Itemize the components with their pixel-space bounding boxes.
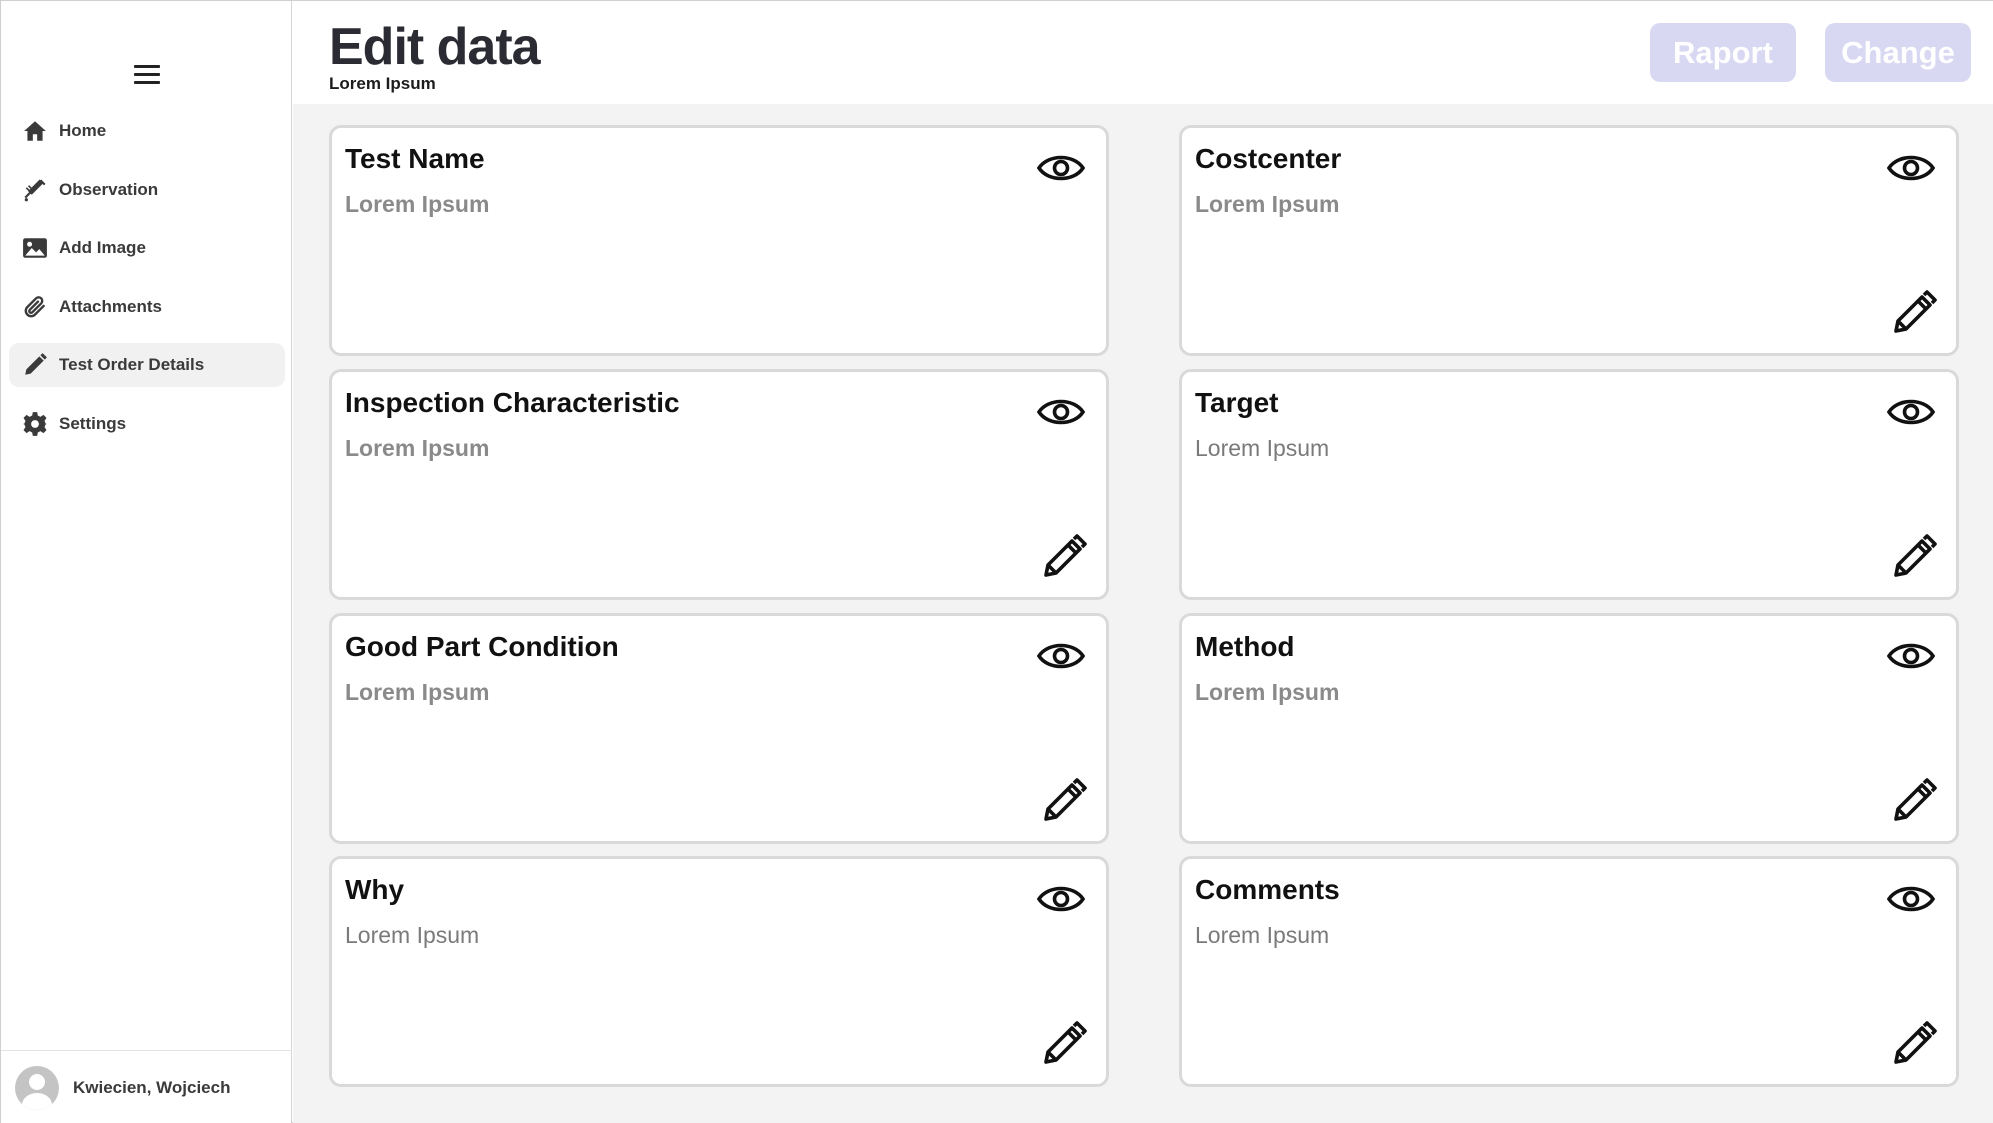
pencil-icon bbox=[21, 351, 49, 379]
sidebar-item-label: Attachments bbox=[59, 296, 162, 316]
card-title: Inspection Characteristic bbox=[345, 387, 680, 418]
gear-icon bbox=[21, 410, 49, 438]
card-title: Test Name bbox=[345, 143, 485, 174]
sidebar-nav: Home Observation Add Image Attachments T… bbox=[9, 109, 285, 460]
user-profile[interactable]: Kwiecien, Wojciech bbox=[1, 1050, 291, 1123]
sidebar-item-label: Add Image bbox=[59, 238, 146, 257]
pencil-icon[interactable] bbox=[1040, 533, 1088, 581]
sidebar: Home Observation Add Image Attachments T… bbox=[1, 1, 292, 1123]
raport-button[interactable]: Raport bbox=[1650, 23, 1796, 82]
image-icon bbox=[21, 234, 49, 262]
card-costcenter: Costcenter Lorem Ipsum bbox=[1179, 125, 1959, 356]
eye-icon[interactable] bbox=[1886, 634, 1936, 678]
avatar bbox=[15, 1065, 59, 1110]
eye-icon[interactable] bbox=[1036, 634, 1086, 678]
card-value: Lorem Ipsum bbox=[1195, 191, 1340, 217]
eye-icon[interactable] bbox=[1886, 146, 1936, 190]
card-value: Lorem Ipsum bbox=[1195, 435, 1330, 461]
card-title: Costcenter bbox=[1195, 143, 1342, 174]
card-title: Method bbox=[1195, 631, 1295, 662]
home-icon bbox=[21, 117, 49, 145]
sidebar-item-observation[interactable]: Observation bbox=[9, 168, 285, 212]
card-title: Target bbox=[1195, 387, 1279, 418]
pencil-icon[interactable] bbox=[1890, 777, 1938, 825]
sidebar-item-attachments[interactable]: Attachments bbox=[9, 285, 285, 329]
eye-icon[interactable] bbox=[1036, 390, 1086, 434]
eye-icon[interactable] bbox=[1036, 877, 1086, 921]
card-title: Comments bbox=[1195, 874, 1340, 905]
eye-icon[interactable] bbox=[1886, 877, 1936, 921]
pencil-icon[interactable] bbox=[1890, 533, 1938, 581]
pencil-icon[interactable] bbox=[1890, 289, 1938, 337]
card-comments: Comments Lorem Ipsum bbox=[1179, 856, 1959, 1087]
card-method: Method Lorem Ipsum bbox=[1179, 613, 1959, 844]
change-button[interactable]: Change bbox=[1825, 23, 1971, 82]
main-content: Test Name Lorem Ipsum Costcenter Lorem I… bbox=[293, 104, 1993, 1123]
card-test-name: Test Name Lorem Ipsum bbox=[329, 125, 1109, 356]
card-value: Lorem Ipsum bbox=[345, 435, 490, 461]
card-value: Lorem Ipsum bbox=[345, 679, 490, 705]
card-value: Lorem Ipsum bbox=[1195, 679, 1340, 705]
card-good-part-condition: Good Part Condition Lorem Ipsum bbox=[329, 613, 1109, 844]
card-target: Target Lorem Ipsum bbox=[1179, 369, 1959, 600]
page-title: Edit data bbox=[329, 18, 541, 76]
sidebar-item-label: Test Order Details bbox=[59, 355, 205, 374]
user-name: Kwiecien, Wojciech bbox=[73, 1077, 231, 1097]
card-title: Good Part Condition bbox=[345, 631, 619, 662]
page-header: Edit data Lorem Ipsum Raport Change bbox=[293, 1, 1993, 104]
sidebar-item-home[interactable]: Home bbox=[9, 109, 285, 153]
sidebar-item-label: Observation bbox=[59, 179, 159, 199]
card-value: Lorem Ipsum bbox=[345, 922, 480, 948]
sidebar-item-label: Home bbox=[59, 121, 107, 140]
card-value: Lorem Ipsum bbox=[1195, 922, 1330, 948]
sidebar-item-add-image[interactable]: Add Image bbox=[9, 226, 285, 270]
card-why: Why Lorem Ipsum bbox=[329, 856, 1109, 1087]
sidebar-item-label: Settings bbox=[59, 413, 127, 433]
syringe-icon bbox=[21, 176, 49, 204]
app-window: Home Observation Add Image Attachments T… bbox=[0, 0, 1993, 1123]
card-title: Why bbox=[345, 874, 405, 905]
pencil-icon[interactable] bbox=[1040, 1020, 1088, 1068]
hamburger-menu-icon[interactable] bbox=[134, 65, 160, 87]
sidebar-item-settings[interactable]: Settings bbox=[9, 402, 285, 446]
sidebar-item-test-order-details[interactable]: Test Order Details bbox=[9, 343, 285, 387]
pencil-icon[interactable] bbox=[1890, 1020, 1938, 1068]
eye-icon[interactable] bbox=[1036, 146, 1086, 190]
pencil-icon[interactable] bbox=[1040, 777, 1088, 825]
eye-icon[interactable] bbox=[1886, 390, 1936, 434]
paperclip-icon bbox=[21, 293, 49, 321]
card-value: Lorem Ipsum bbox=[345, 191, 490, 217]
page-subtitle: Lorem Ipsum bbox=[329, 74, 436, 93]
card-inspection-characteristic: Inspection Characteristic Lorem Ipsum bbox=[329, 369, 1109, 600]
